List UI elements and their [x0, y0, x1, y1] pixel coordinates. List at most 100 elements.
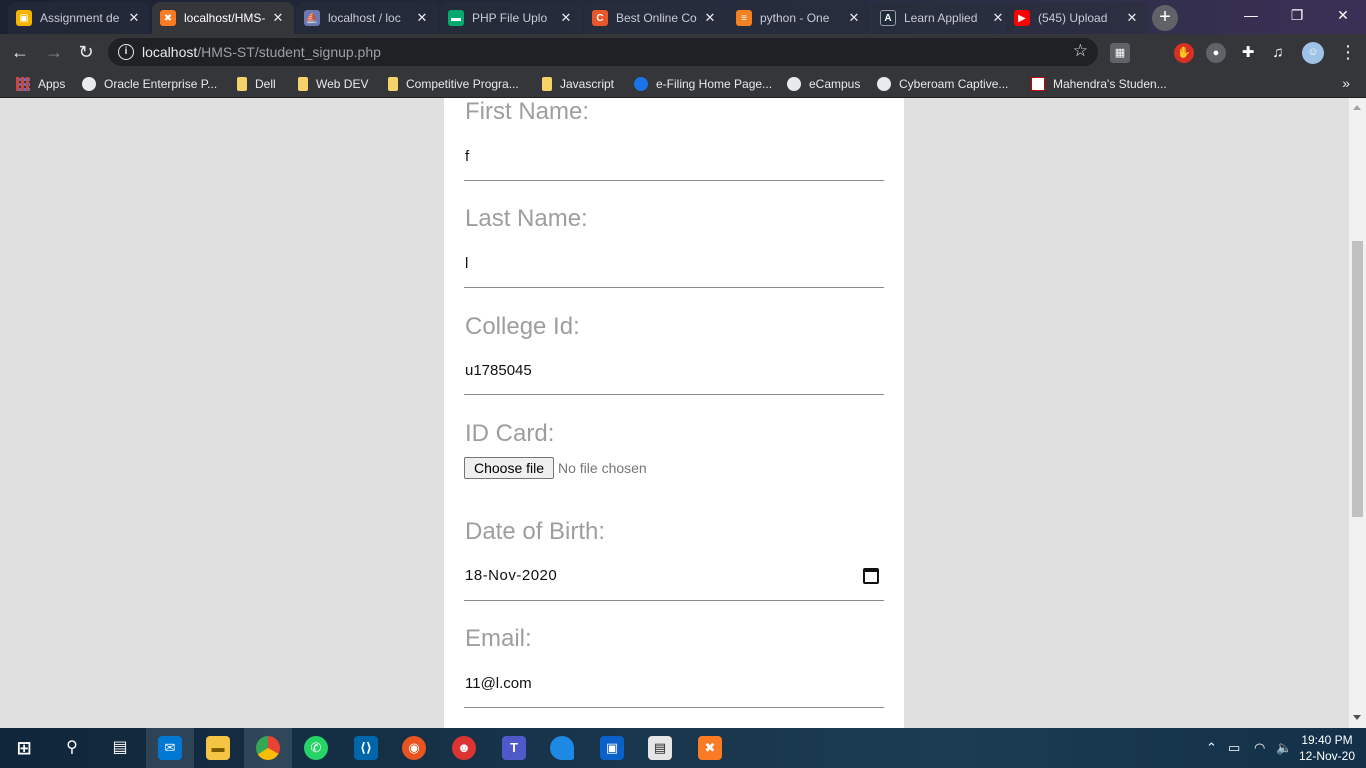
- back-arrow-icon[interactable]: ←: [6, 38, 34, 66]
- close-tab-icon[interactable]: ✕: [846, 10, 862, 26]
- vscode-icon: ⟨⟩: [354, 736, 378, 760]
- chevron-up-icon[interactable]: ⌃: [1206, 740, 1217, 756]
- tab-learn-applied[interactable]: A Learn Applied ✕: [872, 2, 1014, 34]
- close-tab-icon[interactable]: ✕: [1124, 10, 1140, 26]
- tab-youtube[interactable]: ▶ (545) Upload ✕: [1006, 2, 1148, 34]
- battery-icon[interactable]: ▭: [1228, 740, 1240, 756]
- printer-app-icon[interactable]: ▤: [636, 728, 684, 768]
- app-mascot-icon[interactable]: ☻: [440, 728, 488, 768]
- tab-localhost-hms[interactable]: ✖ localhost/HMS- ✕: [152, 2, 294, 34]
- vscode-app-icon[interactable]: ⟨⟩: [342, 728, 390, 768]
- tab-python[interactable]: ≡ python - One ✕: [728, 2, 870, 34]
- windows-start-icon[interactable]: ⊞: [0, 728, 48, 768]
- mail-app-icon[interactable]: ✉: [146, 728, 194, 768]
- close-tab-icon[interactable]: ✕: [558, 10, 574, 26]
- last-name-input[interactable]: l: [465, 255, 468, 272]
- ubuntu-app-icon[interactable]: ◉: [390, 728, 438, 768]
- chrome-app-icon[interactable]: [244, 728, 292, 768]
- task-view-icon[interactable]: ▤: [96, 728, 144, 768]
- bookmark-efiling[interactable]: e-Filing Home Page...: [634, 75, 772, 93]
- new-tab-button[interactable]: +: [1152, 5, 1178, 31]
- first-name-input[interactable]: f: [465, 148, 469, 165]
- close-tab-icon[interactable]: ✕: [702, 10, 718, 26]
- folder-icon: [542, 77, 552, 91]
- printer-icon: ▤: [648, 736, 672, 760]
- whatsapp-app-icon[interactable]: ✆: [292, 728, 340, 768]
- scroll-down-arrow-icon[interactable]: [1353, 715, 1361, 720]
- bookmark-oracle[interactable]: Oracle Enterprise P...: [82, 75, 217, 93]
- calendar-icon[interactable]: [863, 568, 879, 584]
- wifi-icon[interactable]: ◠: [1254, 740, 1265, 756]
- learn-icon: A: [880, 10, 896, 26]
- tab-php-file-upload[interactable]: ▬ PHP File Uplo ✕: [440, 2, 582, 34]
- dob-input[interactable]: 18-Nov-2020: [465, 567, 557, 584]
- bookmark-mahendras[interactable]: Mahendra's Studen...: [1031, 75, 1167, 93]
- scroll-up-arrow-icon[interactable]: [1353, 105, 1361, 110]
- puzzle-icon[interactable]: ✚: [1238, 43, 1258, 63]
- stackoverflow-icon: ≡: [736, 10, 752, 26]
- media-control-icon[interactable]: ♫: [1268, 43, 1288, 63]
- avatar[interactable]: ☺: [1302, 42, 1324, 64]
- reload-icon[interactable]: ↻: [72, 38, 100, 66]
- address-bar[interactable]: i localhost/HMS-ST/student_signup.php ☆: [108, 38, 1098, 66]
- minimize-button[interactable]: —: [1228, 0, 1274, 30]
- site-icon: [1031, 77, 1045, 91]
- info-icon[interactable]: i: [118, 44, 134, 60]
- bookmark-cyberoam[interactable]: Cyberoam Captive...: [877, 75, 1008, 93]
- tab-assignment[interactable]: ▣ Assignment de ✕: [8, 2, 150, 34]
- globe-icon: [877, 77, 891, 91]
- window-app-icon[interactable]: ▣: [588, 728, 636, 768]
- vertical-scrollbar[interactable]: [1349, 98, 1366, 728]
- system-clock[interactable]: 19:40 PM 12-Nov-20: [1296, 732, 1358, 764]
- adblock-icon[interactable]: ✋: [1174, 43, 1194, 63]
- browser-toolbar: ← → ↻ i localhost/HMS-ST/student_signup.…: [0, 34, 1366, 70]
- chevron-right-icon[interactable]: »: [1342, 75, 1350, 91]
- dob-label: Date of Birth:: [465, 518, 606, 545]
- tab-phpmyadmin[interactable]: ⛵ localhost / loc ✕: [296, 2, 438, 34]
- scroll-thumb[interactable]: [1352, 241, 1363, 517]
- choose-file-button[interactable]: Choose file: [464, 457, 554, 479]
- close-tab-icon[interactable]: ✕: [990, 10, 1006, 26]
- college-id-input[interactable]: u1785045: [465, 362, 532, 379]
- menu-kebab-icon[interactable]: ⋮: [1334, 38, 1362, 66]
- email-label: Email:: [465, 625, 532, 652]
- college-id-label: College Id:: [465, 313, 580, 340]
- url-text[interactable]: localhost/HMS-ST/student_signup.php: [142, 44, 381, 60]
- no-file-chosen-text: No file chosen: [558, 460, 647, 476]
- email-input[interactable]: 11@l.com: [465, 675, 532, 692]
- folder-icon: [388, 77, 398, 91]
- bookmark-web-dev[interactable]: Web DEV: [298, 75, 368, 93]
- teams-app-icon[interactable]: T: [490, 728, 538, 768]
- mascot-icon: ☻: [452, 736, 476, 760]
- xampp-app-icon[interactable]: ✖: [686, 728, 734, 768]
- volume-icon[interactable]: 🔈: [1276, 740, 1292, 756]
- windows-taskbar: ⊞ ⚲ ▤ ✉ ▬ ✆ ⟨⟩ ◉ ☻ T ▣ ▤ ✖ ⌃ ▭ ◠ 🔈 19:40…: [0, 728, 1366, 768]
- close-window-button[interactable]: ✕: [1320, 0, 1366, 30]
- tab-strip: ▣ Assignment de ✕ ✖ localhost/HMS- ✕ ⛵ l…: [0, 0, 1366, 34]
- search-icon[interactable]: ⚲: [48, 728, 96, 768]
- close-tab-icon[interactable]: ✕: [270, 10, 286, 26]
- magnifier-icon: ⚲: [66, 739, 78, 756]
- bookmark-apps[interactable]: Apps: [16, 75, 65, 93]
- xampp-icon: ✖: [698, 736, 722, 760]
- bookmark-star-icon[interactable]: ☆: [1073, 41, 1088, 61]
- bookmark-ecampus[interactable]: eCampus: [787, 75, 860, 93]
- bookmark-competitive-programming[interactable]: Competitive Progra...: [388, 75, 519, 93]
- close-tab-icon[interactable]: ✕: [414, 10, 430, 26]
- folder-icon: ▬: [206, 736, 230, 760]
- clock-time: 19:40 PM: [1301, 733, 1353, 747]
- bookmark-dell[interactable]: Dell: [237, 75, 276, 93]
- restore-button[interactable]: ❐: [1274, 0, 1320, 30]
- edge-app-icon[interactable]: [538, 728, 586, 768]
- file-explorer-icon[interactable]: ▬: [194, 728, 242, 768]
- page-viewport: First Name: f Last Name: l College Id: u…: [0, 98, 1349, 728]
- last-name-label: Last Name:: [465, 205, 588, 232]
- dob-underline: [464, 600, 884, 601]
- forward-arrow-icon[interactable]: →: [40, 38, 68, 66]
- close-tab-icon[interactable]: ✕: [126, 10, 142, 26]
- bookmark-javascript[interactable]: Javascript: [542, 75, 614, 93]
- bookmarks-bar: Apps Oracle Enterprise P... Dell Web DEV…: [0, 70, 1366, 98]
- extension-circle-icon[interactable]: ●: [1206, 43, 1226, 63]
- extension-icon[interactable]: ▦: [1110, 43, 1130, 63]
- tab-best-online[interactable]: C Best Online Co ✕: [584, 2, 726, 34]
